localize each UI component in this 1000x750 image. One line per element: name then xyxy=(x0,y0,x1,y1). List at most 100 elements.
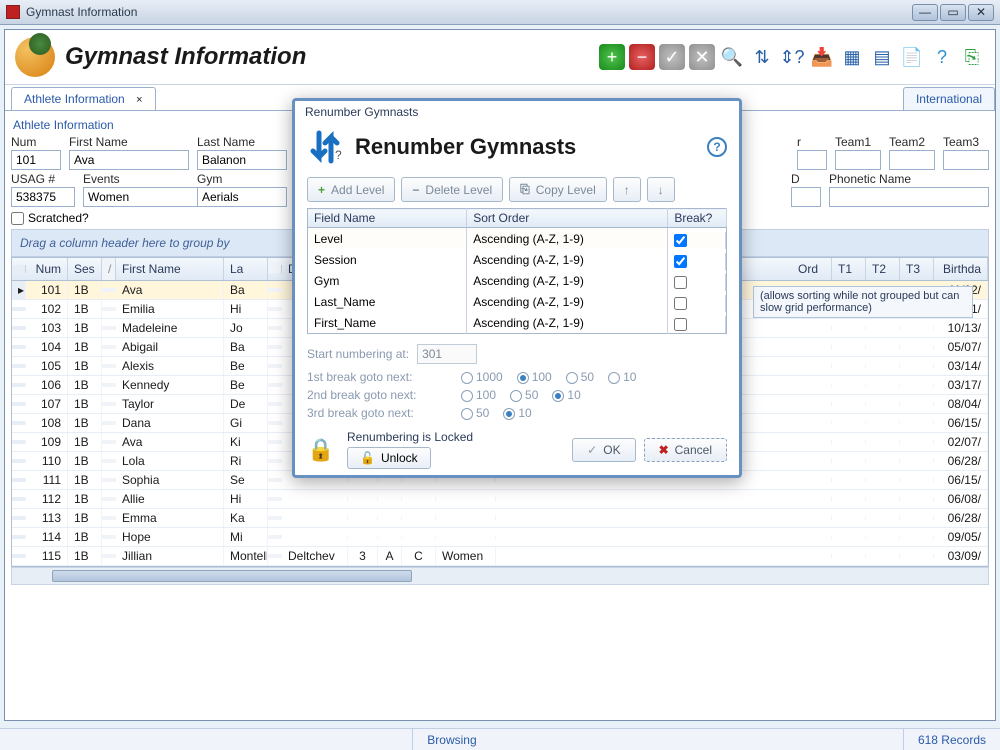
label-num: Num xyxy=(11,135,61,149)
renumber-icon[interactable]: ⇕? xyxy=(779,44,805,70)
remove-icon[interactable]: − xyxy=(629,44,655,70)
label-last-name: Last Name xyxy=(197,135,287,149)
input-team2[interactable] xyxy=(889,150,935,170)
input-team3[interactable] xyxy=(943,150,989,170)
break-checkbox[interactable] xyxy=(674,297,687,310)
move-icon[interactable]: 📥 xyxy=(809,44,835,70)
window-titlebar: Gymnast Information — ▭ ✕ xyxy=(0,0,1000,25)
grid-col-Num[interactable]: Num xyxy=(26,258,68,280)
grid-col-Birthda[interactable]: Birthda xyxy=(934,258,988,280)
break-option[interactable]: 100 xyxy=(517,370,552,384)
label-scratched: Scratched? xyxy=(28,211,89,225)
exit-icon[interactable]: ⎘ xyxy=(959,44,985,70)
notes-icon[interactable]: 📄 xyxy=(899,44,925,70)
break-option[interactable]: 10 xyxy=(608,370,636,384)
grid-col-T3[interactable]: T3 xyxy=(900,258,934,280)
renumber-dialog: Renumber Gymnasts ? Renumber Gymnasts ? … xyxy=(292,98,742,478)
checkbox-scratched[interactable] xyxy=(11,212,24,225)
copy-level-button[interactable]: ⎘Copy Level xyxy=(509,177,607,202)
sort-field-row[interactable]: GymAscending (A-Z, 1-9) xyxy=(308,270,727,291)
break-checkbox[interactable] xyxy=(674,276,687,289)
break-option[interactable]: 1000 xyxy=(461,370,503,384)
sort-field-row[interactable]: LevelAscending (A-Z, 1-9) xyxy=(308,228,727,250)
help-icon[interactable]: ? xyxy=(929,44,955,70)
move-up-button[interactable]: ↑ xyxy=(613,177,641,202)
input-last-name[interactable] xyxy=(197,150,287,170)
move-down-button[interactable]: ↓ xyxy=(647,177,675,202)
grid1-icon[interactable]: ▦ xyxy=(839,44,865,70)
grid-col-Ord[interactable]: Ord xyxy=(792,258,832,280)
label-r: r xyxy=(797,135,827,149)
cancel-button[interactable]: ✖Cancel xyxy=(644,438,727,462)
close-button[interactable]: ✕ xyxy=(968,4,994,21)
grid-hscrollbar[interactable] xyxy=(11,567,989,585)
break-option[interactable]: 10 xyxy=(503,406,531,420)
input-team1[interactable] xyxy=(835,150,881,170)
break-option[interactable]: 50 xyxy=(510,388,538,402)
page-title: Gymnast Information xyxy=(65,43,306,71)
add-level-button[interactable]: +Add Level xyxy=(307,177,395,202)
input-usag[interactable] xyxy=(11,187,75,207)
input-num[interactable] xyxy=(11,150,61,170)
delete-level-button[interactable]: −Delete Level xyxy=(401,177,503,202)
label-team1: Team1 xyxy=(835,135,881,149)
search-icon[interactable]: 🔍 xyxy=(719,44,745,70)
input-phonetic[interactable] xyxy=(829,187,989,207)
break-option[interactable]: 50 xyxy=(566,370,594,384)
col-break[interactable]: Break? xyxy=(668,209,727,228)
label-usag: USAG # xyxy=(11,172,75,186)
unlock-button[interactable]: 🔓 Unlock xyxy=(347,447,431,469)
break-checkbox[interactable] xyxy=(674,234,687,247)
sort-field-row[interactable]: First_NameAscending (A-Z, 1-9) xyxy=(308,312,727,334)
break-option[interactable]: 10 xyxy=(552,388,580,402)
header-toolbar: + − ✓ ✕ 🔍 ⇅ ⇕? 📥 ▦ ▤ 📄 ? ⎘ xyxy=(599,44,985,70)
break-checkbox[interactable] xyxy=(674,255,687,268)
cancel-icon[interactable]: ✕ xyxy=(689,44,715,70)
sort-field-row[interactable]: Last_NameAscending (A-Z, 1-9) xyxy=(308,291,727,312)
grid-col-indicator[interactable] xyxy=(268,265,282,273)
col-field-name[interactable]: Field Name xyxy=(308,209,467,228)
lock-icon: 🔒 xyxy=(307,436,335,464)
input-first-name[interactable] xyxy=(69,150,189,170)
grid-col-First Name[interactable]: First Name xyxy=(116,258,224,280)
confirm-icon[interactable]: ✓ xyxy=(659,44,685,70)
maximize-button[interactable]: ▭ xyxy=(940,4,966,21)
break-option[interactable]: 50 xyxy=(461,406,489,420)
sort-icon[interactable]: ⇅ xyxy=(749,44,775,70)
label-start-numbering: Start numbering at: xyxy=(307,347,409,361)
table-row[interactable]: 1121BAllieHi06/08/ xyxy=(12,490,988,509)
sort-fields-table: Field Name Sort Order Break? LevelAscend… xyxy=(307,208,727,334)
header-strip: Gymnast Information + − ✓ ✕ 🔍 ⇅ ⇕? 📥 ▦ ▤… xyxy=(5,30,995,85)
grid-col-indicator[interactable] xyxy=(12,265,26,273)
tab-label: Athlete Information xyxy=(24,92,125,106)
table-row[interactable]: 1141BHopeMi09/05/ xyxy=(12,528,988,547)
grid-col-La[interactable]: La xyxy=(224,258,268,280)
grid-col-/[interactable]: / xyxy=(102,258,116,280)
break-option[interactable]: 100 xyxy=(461,388,496,402)
table-row[interactable]: 1151BJillianMontellaDeltchev3ACWomen03/0… xyxy=(12,547,988,566)
sort-field-row[interactable]: SessionAscending (A-Z, 1-9) xyxy=(308,249,727,270)
table-row[interactable]: 1131BEmmaKa06/28/ xyxy=(12,509,988,528)
tab-international[interactable]: International xyxy=(903,87,995,110)
grid-col-Ses[interactable]: Ses xyxy=(68,258,102,280)
grid-col-T1[interactable]: T1 xyxy=(832,258,866,280)
unlock-icon: 🔓 xyxy=(360,451,375,465)
renumber-icon: ? xyxy=(307,129,343,165)
break-checkbox[interactable] xyxy=(674,318,687,331)
ok-button[interactable]: ✓OK xyxy=(572,438,635,462)
minimize-button[interactable]: — xyxy=(912,4,938,21)
col-sort-order[interactable]: Sort Order xyxy=(467,209,668,228)
dialog-help-icon[interactable]: ? xyxy=(707,137,727,157)
gymnast-logo-icon xyxy=(15,37,55,77)
input-d[interactable] xyxy=(791,187,821,207)
input-gym[interactable] xyxy=(197,187,287,207)
input-start-numbering[interactable] xyxy=(417,344,477,364)
add-icon[interactable]: + xyxy=(599,44,625,70)
tab-close-icon[interactable]: × xyxy=(136,94,142,106)
break-row: 1st break goto next:10001005010 xyxy=(307,370,727,384)
grid-col-T2[interactable]: T2 xyxy=(866,258,900,280)
grid2-icon[interactable]: ▤ xyxy=(869,44,895,70)
input-r[interactable] xyxy=(797,150,827,170)
tab-athlete-information[interactable]: Athlete Information × xyxy=(11,87,156,110)
label-gym: Gym xyxy=(197,172,287,186)
